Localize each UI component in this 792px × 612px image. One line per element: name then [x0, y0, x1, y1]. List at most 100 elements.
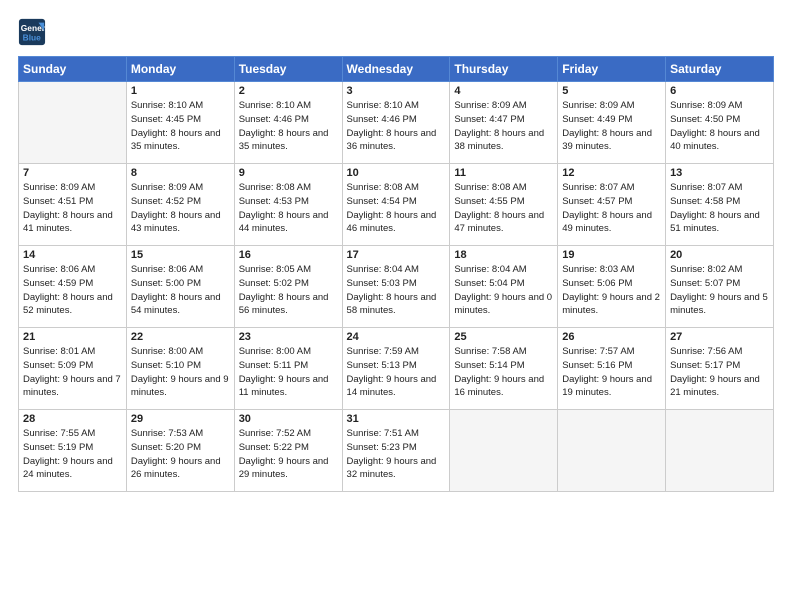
sunset-text: Sunset: 4:46 PM [239, 114, 309, 125]
day-number: 13 [670, 167, 769, 179]
day-number: 26 [562, 331, 661, 343]
sunset-text: Sunset: 5:23 PM [347, 442, 417, 453]
col-header-wednesday: Wednesday [342, 57, 450, 82]
day-number: 22 [131, 331, 230, 343]
calendar-day: 25Sunrise: 7:58 AMSunset: 5:14 PMDayligh… [450, 328, 558, 410]
calendar-day: 15Sunrise: 8:06 AMSunset: 5:00 PMDayligh… [126, 246, 234, 328]
sunrise-text: Sunrise: 7:56 AM [670, 346, 742, 357]
sunset-text: Sunset: 4:57 PM [562, 196, 632, 207]
daylight-text: Daylight: 8 hours and 56 minutes. [239, 292, 329, 317]
sunset-text: Sunset: 5:04 PM [454, 278, 524, 289]
sunrise-text: Sunrise: 8:01 AM [23, 346, 95, 357]
calendar-day: 12Sunrise: 8:07 AMSunset: 4:57 PMDayligh… [558, 164, 666, 246]
sunset-text: Sunset: 4:55 PM [454, 196, 524, 207]
sunset-text: Sunset: 4:53 PM [239, 196, 309, 207]
day-info: Sunrise: 7:53 AMSunset: 5:20 PMDaylight:… [131, 427, 230, 482]
day-number: 10 [347, 167, 446, 179]
day-info: Sunrise: 8:10 AM Sunset: 4:46 PM Daylight:… [347, 99, 446, 154]
calendar-day: 21 Sunrise: 8:01 AMSunset: 5:09 PMDayligh… [19, 328, 127, 410]
day-number: 14 [23, 249, 122, 261]
day-number: 29 [131, 413, 230, 425]
day-number: 16 [239, 249, 338, 261]
sunrise-text: Sunrise: 7:55 AM [23, 428, 95, 439]
sunrise-text: Sunrise: 8:09 AM [562, 100, 634, 111]
day-number: 4 [454, 85, 553, 97]
sunset-text: Sunset: 5:00 PM [131, 278, 201, 289]
day-info: Sunrise: 8:10 AMSunset: 4:45 PMDaylight:… [131, 99, 230, 154]
sunset-text: Sunset: 5:02 PM [239, 278, 309, 289]
daylight-text: Daylight: 8 hours and 39 minutes. [562, 128, 652, 153]
daylight-text: Daylight: 9 hours and 2 minutes. [562, 292, 660, 317]
sunset-text: Sunset: 5:19 PM [23, 442, 93, 453]
daylight-text: Daylight: 8 hours and 49 minutes. [562, 210, 652, 235]
sunset-text: Sunset: 4:46 PM [347, 114, 417, 125]
day-info: Sunrise: 7:51 AMSunset: 5:23 PMDaylight:… [347, 427, 446, 482]
day-number: 15 [131, 249, 230, 261]
calendar-day: 3Sunrise: 8:10 AMSunset: 4:46 PMDaylight… [342, 82, 450, 164]
day-number: 18 [454, 249, 553, 261]
day-info: Sunrise: 7:55 AMSunset: 5:19 PMDaylight:… [23, 427, 122, 482]
daylight-text: Daylight: 9 hours and 19 minutes. [562, 374, 652, 399]
logo: General Blue [18, 18, 48, 46]
calendar-day: 22 Sunrise: 8:00 AMSunset: 5:10 PMDayligh… [126, 328, 234, 410]
day-number: 20 [670, 249, 769, 261]
col-header-sunday: Sunday [19, 57, 127, 82]
sunset-text: Sunset: 5:22 PM [239, 442, 309, 453]
daylight-text: Daylight: 8 hours and 36 minutes. [347, 128, 437, 153]
day-number: 7 [23, 167, 122, 179]
calendar-day: 9Sunrise: 8:08 AMSunset: 4:53 PMDaylight… [234, 164, 342, 246]
day-info: Sunrise: 7:52 AMSunset: 5:22 PMDaylight:… [239, 427, 338, 482]
sunset-text: Sunset: 4:50 PM [670, 114, 740, 125]
sunrise-text: Sunrise: 7:53 AM [131, 428, 203, 439]
day-info: Sunrise: 8:00 AMSunset: 5:10 PMDaylight:… [131, 345, 230, 400]
sunset-text: Sunset: 5:03 PM [347, 278, 417, 289]
day-number: 11 [454, 167, 553, 179]
sunrise-text: Sunrise: 8:08 AM [239, 182, 311, 193]
daylight-text: Daylight: 8 hours and 51 minutes. [670, 210, 760, 235]
sunrise-text: Sunrise: 8:09 AM [454, 100, 526, 111]
day-info: Sunrise: 8:04 AMSunset: 5:03 PMDaylight:… [347, 263, 446, 318]
daylight-text: Daylight: 9 hours and 9 minutes. [131, 374, 229, 399]
day-info: Sunrise: 8:06 AMSunset: 4:59 PMDaylight:… [23, 263, 122, 318]
calendar-day: 4 Sunrise: 8:09 AMSunset: 4:47 PMDaylight… [450, 82, 558, 164]
day-number: 28 [23, 413, 122, 425]
main-container: General Blue SundayMondayTuesdayWednesda… [0, 0, 792, 502]
sunset-text: Sunset: 4:58 PM [670, 196, 740, 207]
daylight-text: Daylight: 8 hours and 43 minutes. [131, 210, 221, 235]
calendar-day: 14 Sunrise: 8:06 AMSunset: 4:59 PMDayligh… [19, 246, 127, 328]
day-info: Sunrise: 8:09 AMSunset: 4:49 PMDaylight:… [562, 99, 661, 154]
day-info: Sunrise: 8:00 AMSunset: 5:11 PMDaylight:… [239, 345, 338, 400]
sunset-text: Sunset: 5:11 PM [239, 360, 309, 371]
day-info: Sunrise: 8:08 AMSunset: 4:54 PMDaylight:… [347, 181, 446, 236]
logo-icon: General Blue [18, 18, 46, 46]
daylight-text: Daylight: 8 hours and 47 minutes. [454, 210, 544, 235]
sunrise-text: Sunrise: 8:10 AM [239, 100, 311, 111]
sunset-text: Sunset: 5:20 PM [131, 442, 201, 453]
daylight-text: Daylight: 9 hours and 0 minutes. [454, 292, 552, 317]
day-info: Sunrise: 8:05 AMSunset: 5:02 PMDaylight:… [239, 263, 338, 318]
day-info: Sunrise: 8:09 AMSunset: 4:47 PMDaylight:… [454, 99, 553, 154]
day-number: 27 [670, 331, 769, 343]
sunrise-text: Sunrise: 8:10 AM [347, 100, 419, 111]
daylight-text: Daylight: 8 hours and 40 minutes. [670, 128, 760, 153]
day-info: Sunrise: 8:10 AM Sunset: 4:46 PM Daylight:… [239, 99, 338, 154]
sunset-text: Sunset: 5:07 PM [670, 278, 740, 289]
calendar-day: 10 Sunrise: 8:08 AMSunset: 4:54 PMDayligh… [342, 164, 450, 246]
sunrise-text: Sunrise: 7:52 AM [239, 428, 311, 439]
day-number: 21 [23, 331, 122, 343]
calendar-day: 24Sunrise: 7:59 AMSunset: 5:13 PMDayligh… [342, 328, 450, 410]
col-header-thursday: Thursday [450, 57, 558, 82]
day-info: Sunrise: 8:09 AMSunset: 4:51 PMDaylight:… [23, 181, 122, 236]
col-header-tuesday: Tuesday [234, 57, 342, 82]
calendar-table: SundayMondayTuesdayWednesdayThursdayFrid… [18, 56, 774, 492]
day-info: Sunrise: 7:57 AMSunset: 5:16 PMDaylight:… [562, 345, 661, 400]
day-number: 8 [131, 167, 230, 179]
calendar-day: 26 Sunrise: 7:57 AMSunset: 5:16 PMDayligh… [558, 328, 666, 410]
calendar-header-row: SundayMondayTuesdayWednesdayThursdayFrid… [19, 57, 774, 82]
daylight-text: Daylight: 9 hours and 14 minutes. [347, 374, 437, 399]
calendar-day [558, 410, 666, 492]
sunset-text: Sunset: 5:13 PM [347, 360, 417, 371]
day-info: Sunrise: 8:01 AMSunset: 5:09 PMDaylight:… [23, 345, 122, 400]
day-number: 2 [239, 85, 338, 97]
daylight-text: Daylight: 8 hours and 35 minutes. [239, 128, 329, 153]
